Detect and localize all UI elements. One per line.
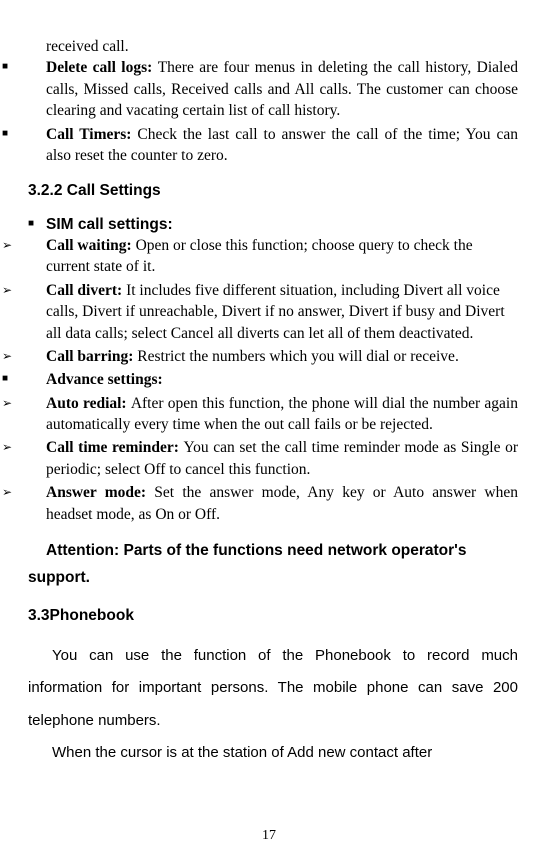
call-time-reminder-label: Call time reminder:	[46, 439, 183, 456]
phonebook-paragraph-2: When the cursor is at the station of Add…	[20, 737, 518, 769]
answer-mode-item: Answer mode: Set the answer mode, Any ke…	[20, 482, 518, 525]
received-call-line: received call.	[20, 36, 518, 57]
page-number: 17	[0, 826, 538, 845]
call-timers-label: Call Timers:	[46, 126, 137, 143]
call-divert-item: Call divert: It includes five different …	[20, 280, 518, 344]
call-timers-item: Call Timers: Check the last call to answ…	[20, 124, 518, 167]
advance-settings-label: Advance settings:	[46, 371, 163, 388]
call-waiting-item: Call waiting: Open or close this functio…	[20, 235, 518, 278]
phonebook-paragraph-1: You can use the function of the Phoneboo…	[20, 640, 518, 737]
delete-call-logs-label: Delete call logs:	[46, 59, 158, 76]
support-line: support.	[20, 567, 518, 588]
auto-redial-label: Auto redial:	[46, 395, 131, 412]
call-time-reminder-item: Call time reminder: You can set the call…	[20, 437, 518, 480]
phonebook-heading: 3.3Phonebook	[20, 605, 518, 626]
auto-redial-item: Auto redial: After open this function, t…	[20, 393, 518, 436]
advance-settings-item: Advance settings:	[20, 369, 518, 390]
call-barring-item: Call barring: Restrict the numbers which…	[20, 346, 518, 367]
call-barring-label: Call barring:	[46, 348, 137, 365]
call-divert-label: Call divert:	[46, 282, 126, 299]
attention-line: Attention: Parts of the functions need n…	[20, 535, 518, 568]
call-settings-heading: 3.2.2 Call Settings	[20, 180, 518, 201]
answer-mode-label: Answer mode:	[46, 484, 154, 501]
call-waiting-label: Call waiting:	[46, 237, 136, 254]
sim-call-settings-heading: SIM call settings:	[20, 214, 518, 235]
call-barring-text: Restrict the numbers which you will dial…	[137, 348, 459, 365]
delete-call-logs-item: Delete call logs: There are four menus i…	[20, 57, 518, 121]
